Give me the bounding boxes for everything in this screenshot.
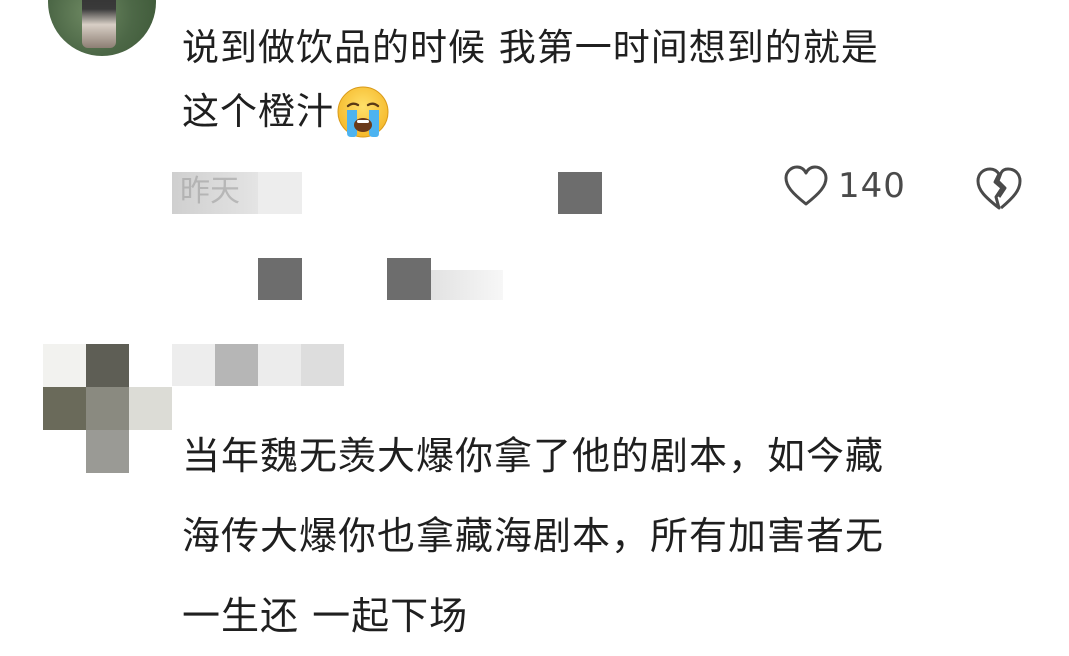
- comment-line: 这个橙汁: [182, 80, 390, 144]
- avatar-mosaic-cell: [86, 344, 129, 387]
- username-mosaic-cell: [215, 344, 258, 386]
- avatar-mosaic-cell: [43, 430, 86, 473]
- username-mosaic-cell: [301, 344, 344, 386]
- crying-face-icon: [337, 86, 389, 138]
- reply-mosaic: [431, 270, 503, 300]
- comment-line: 说到做饮品的时候 我第一时间想到的就是: [182, 26, 879, 69]
- comment-line-text: 这个橙汁: [182, 90, 334, 133]
- comment-line: 海传大爆你也拿藏海剧本，所有加害者无: [182, 514, 885, 558]
- comment-time: 昨天: [180, 174, 240, 209]
- broken-heart-icon: [976, 167, 1022, 210]
- meta-mosaic: [258, 172, 302, 214]
- dislike-button[interactable]: [974, 166, 1024, 216]
- avatar-figure: [82, 0, 116, 48]
- comment-line: 当年魏无羡大爆你拿了他的剧本，如今藏: [182, 434, 885, 478]
- heart-outline-icon: [784, 165, 828, 206]
- like-count: 140: [838, 166, 906, 206]
- reply-mosaic: [258, 258, 302, 300]
- like-button[interactable]: 140: [782, 164, 906, 208]
- avatar[interactable]: [43, 344, 172, 474]
- reply-mosaic: [387, 258, 431, 300]
- avatar-mosaic-cell: [86, 430, 129, 473]
- avatar-mosaic-cell: [129, 430, 172, 473]
- username-mosaic[interactable]: [172, 344, 344, 386]
- avatar-mosaic-cell: [43, 344, 86, 387]
- comment-body: 当年魏无羡大爆你拿了他的剧本，如今藏 海传大爆你也拿藏海剧本，所有加害者无 一生…: [182, 416, 884, 656]
- meta-mosaic: [558, 172, 602, 214]
- avatar-mosaic-cell: [86, 387, 129, 430]
- avatar[interactable]: [48, 0, 156, 56]
- avatar-mosaic-cell: [129, 387, 172, 430]
- username-mosaic-cell: [258, 344, 301, 386]
- comment-line: 一生还 一起下场: [182, 594, 469, 638]
- comment-body: 说到做饮品的时候 我第一时间想到的就是 这个橙汁: [182, 16, 879, 144]
- username-mosaic-cell: [172, 344, 215, 386]
- avatar-mosaic-cell: [43, 387, 86, 430]
- avatar-mosaic-cell: [129, 344, 172, 387]
